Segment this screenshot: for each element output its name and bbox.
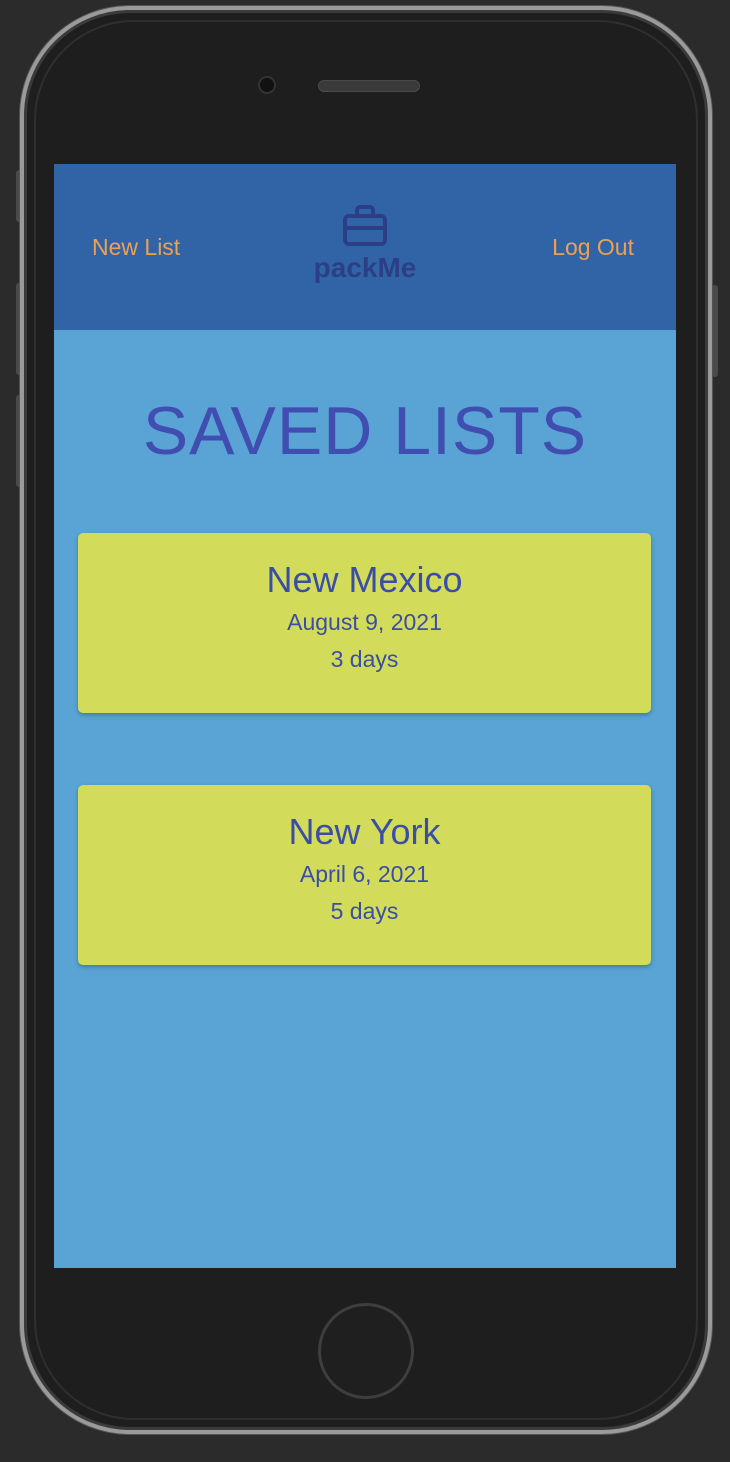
saved-list-card[interactable]: New Mexico August 9, 2021 3 days <box>78 533 651 713</box>
list-name: New York <box>288 811 441 852</box>
home-button[interactable] <box>318 1303 414 1399</box>
power-button <box>712 285 718 377</box>
list-duration: 3 days <box>330 646 399 672</box>
list-duration: 5 days <box>330 898 399 924</box>
navbar: New List packMe Log Out <box>54 164 676 330</box>
brand-name: packMe <box>313 252 417 283</box>
front-camera <box>258 76 276 94</box>
new-list-link[interactable]: New List <box>92 234 180 261</box>
list-date: April 6, 2021 <box>299 861 430 887</box>
list-name: New Mexico <box>266 559 463 600</box>
list-date: August 9, 2021 <box>287 609 442 635</box>
app-screen: New List packMe Log Out SAVED LISTS New … <box>54 164 676 1268</box>
page-title: SAVED LISTS <box>142 393 588 469</box>
earpiece-speaker <box>318 80 420 92</box>
briefcase-icon <box>343 205 387 246</box>
device-frame-stage: New List packMe Log Out SAVED LISTS New … <box>0 0 730 1462</box>
brand-logo[interactable]: packMe <box>265 204 465 284</box>
saved-list-card[interactable]: New York April 6, 2021 5 days <box>78 785 651 965</box>
logout-link[interactable]: Log Out <box>552 234 634 261</box>
